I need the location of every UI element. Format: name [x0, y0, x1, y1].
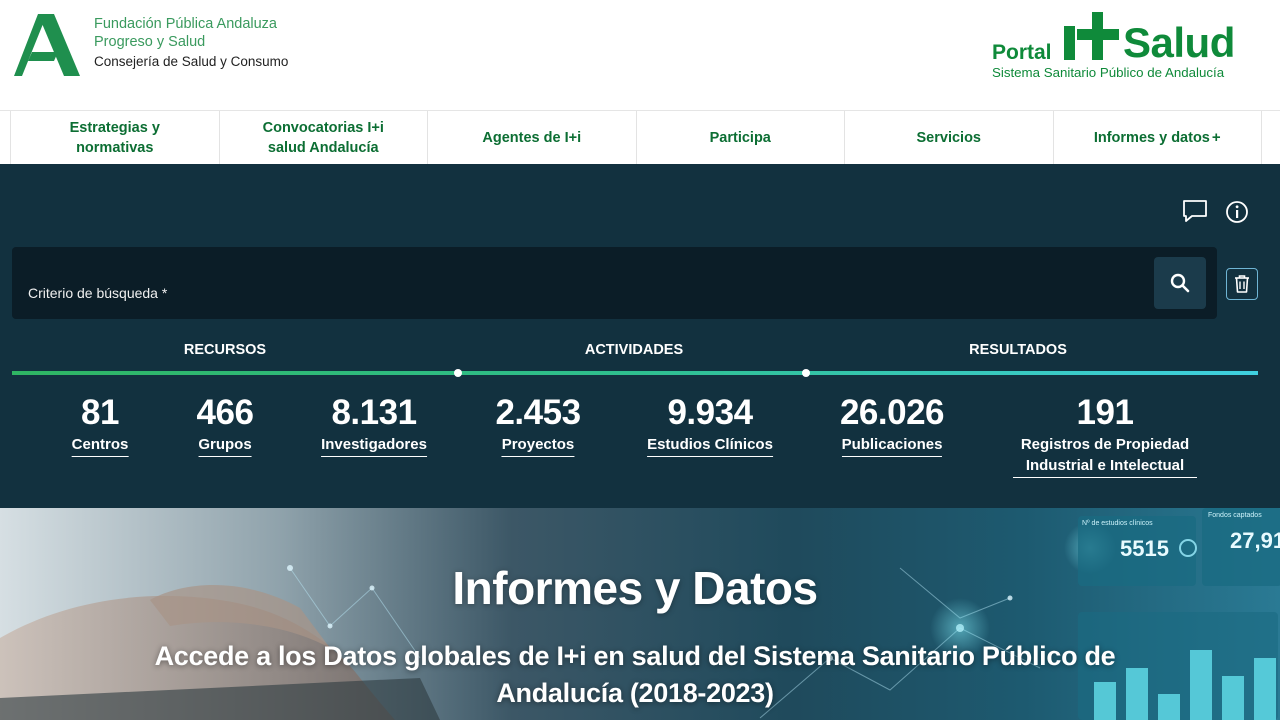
- salud-word: Salud: [1123, 19, 1235, 66]
- stat-value: 191: [1076, 393, 1134, 432]
- sections-progress-bar: [12, 371, 1258, 375]
- hero-subtitle: Accede a los Datos globales de I+i en sa…: [154, 641, 1116, 708]
- chat-bubble-icon: [1183, 200, 1207, 222]
- section-divider-dot: [802, 369, 810, 377]
- search-icon: [1170, 273, 1190, 293]
- nav-item-label: Participa: [709, 130, 771, 146]
- trash-icon: [1235, 275, 1249, 293]
- hero-banner[interactable]: Nº de estudios clínicos 5515 Fondos capt…: [0, 508, 1280, 720]
- nav-item-convocatorias[interactable]: Convocatorias I+i salud Andalucía: [218, 111, 428, 165]
- stat-value: 8.131: [331, 393, 417, 432]
- search-field[interactable]: Criterio de búsqueda *: [12, 247, 1217, 319]
- nav-item-label: Servicios: [916, 130, 982, 146]
- fundacion-logo-text: Fundación Pública Andaluza Progreso y Sa…: [94, 15, 354, 71]
- nav-item-agentes[interactable]: Agentes de I+i: [427, 111, 636, 165]
- nav-item-label: Agentes de I+i: [482, 130, 582, 146]
- nav-list: Estrategias y normativas Convocatorias I…: [10, 111, 1262, 165]
- nav-item-servicios[interactable]: Servicios: [844, 111, 1053, 165]
- hero-panel-label: Nº de estudios clínicos: [1082, 520, 1153, 527]
- nav-item-label: Informes y datos: [1093, 130, 1210, 146]
- stat-label: Estudios Clínicos: [647, 434, 773, 457]
- stat-investigadores[interactable]: 8.131 Investigadores: [321, 392, 427, 457]
- section-recursos: RECURSOS: [183, 342, 267, 358]
- info-icon: [1226, 201, 1248, 223]
- section-resultados: RESULTADOS: [969, 342, 1067, 358]
- andalucia-logo-icon: [14, 14, 80, 76]
- stats-dashboard: Criterio de búsqueda * RECURSOS ACTIVIDA…: [0, 164, 1280, 508]
- clear-search-button[interactable]: [1226, 268, 1258, 300]
- portal-subtitle: Sistema Sanitario Público de Andalucía: [992, 65, 1225, 80]
- nav-item-label: Convocatorias I+i salud Andalucía: [262, 120, 384, 156]
- stat-value: 9.934: [667, 393, 753, 432]
- stat-value: 2.453: [495, 393, 581, 432]
- stat-value: 466: [196, 393, 254, 432]
- stat-estudios-clinicos[interactable]: 9.934 Estudios Clínicos: [647, 392, 773, 457]
- i-plus-logo-icon: [1064, 12, 1119, 60]
- stat-value: 81: [81, 393, 119, 432]
- org-consejeria: Consejería de Salud y Consumo: [94, 54, 289, 69]
- org-name-line2: Progreso y Salud: [94, 34, 206, 50]
- search-label: Criterio de búsqueda *: [28, 285, 168, 301]
- stat-label: Proyectos: [501, 434, 575, 457]
- stat-label: Grupos: [198, 434, 252, 457]
- stat-publicaciones[interactable]: 26.026 Publicaciones: [839, 392, 945, 457]
- portal-word: Portal: [992, 41, 1052, 64]
- stat-label: Centros: [71, 434, 129, 457]
- feedback-button[interactable]: [1181, 197, 1209, 225]
- nav-item-participa[interactable]: Participa: [635, 111, 845, 165]
- portal-isalud-logo[interactable]: Portal Salud Sistema Sanitario Público d…: [988, 10, 1258, 85]
- hero-panel-value: 27,91: [1230, 528, 1280, 553]
- section-actividades: ACTIVIDADES: [584, 342, 684, 358]
- nav-item-informes[interactable]: Informes y datos +: [1052, 111, 1262, 165]
- stat-label: Investigadores: [321, 434, 427, 457]
- section-divider-dot: [454, 369, 462, 377]
- site-header: Fundación Pública Andaluza Progreso y Sa…: [0, 0, 1280, 110]
- stat-label: Registros de Propiedad Industrial e Inte…: [1013, 434, 1197, 478]
- stat-label: Publicaciones: [841, 434, 943, 457]
- stat-centros[interactable]: 81 Centros: [71, 392, 129, 457]
- info-button[interactable]: [1223, 198, 1251, 226]
- stat-registros-propiedad[interactable]: 191 Registros de Propiedad Industrial e …: [1013, 392, 1197, 478]
- main-nav: Estrategias y normativas Convocatorias I…: [0, 110, 1280, 165]
- hero-panel-label: Fondos captados: [1208, 512, 1262, 519]
- plus-icon: +: [1211, 129, 1221, 146]
- fundacion-logo[interactable]: Fundación Pública Andaluza Progreso y Sa…: [14, 12, 288, 78]
- stat-grupos[interactable]: 466 Grupos: [197, 392, 254, 457]
- hero-title: Informes y Datos: [452, 562, 818, 614]
- nav-item-estrategias[interactable]: Estrategias y normativas: [10, 111, 219, 165]
- org-name-line1: Fundación Pública Andaluza: [94, 16, 277, 32]
- stat-proyectos[interactable]: 2.453 Proyectos: [495, 392, 581, 457]
- hero-panel-value: 5515: [1120, 536, 1169, 561]
- nav-item-label: Estrategias y normativas: [69, 120, 160, 156]
- search-button[interactable]: [1154, 257, 1206, 309]
- stat-value: 26.026: [839, 393, 945, 432]
